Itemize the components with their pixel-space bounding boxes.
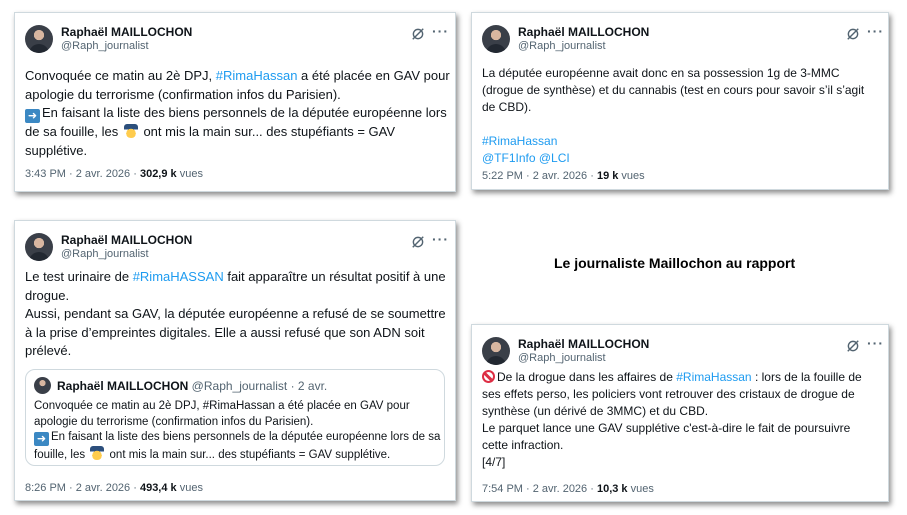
tweet-meta: 5:22 PM · 2 avr. 2026 · 19 k vues [482, 170, 645, 182]
author-name[interactable]: Raphaël MAILLOCHON [518, 337, 649, 351]
tweet-meta: 3:43 PM · 2 avr. 2026 · 302,9 k vues [25, 168, 203, 180]
timestamp[interactable]: 3:43 PM · 2 avr. 2026 · [25, 168, 140, 180]
author-name[interactable]: Raphaël MAILLOCHON [61, 25, 192, 39]
grok-icon[interactable] [411, 235, 425, 249]
author-handle[interactable]: @Raph_journalist [518, 352, 606, 364]
more-icon[interactable]: ··· [867, 335, 884, 351]
police-officer-emoji [90, 446, 105, 460]
hashtag-link[interactable]: #RimaHassan [216, 68, 298, 83]
quoted-tweet-header: Raphaël MAILLOCHON @Raph_journalist · 2 … [57, 379, 328, 393]
right-arrow-emoji: ➜ [34, 432, 49, 446]
avatar[interactable] [482, 337, 510, 365]
timestamp[interactable]: 7:54 PM · 2 avr. 2026 · [482, 483, 597, 495]
tweet-card[interactable]: Raphaël MAILLOCHON @Raph_journalist ··· … [14, 220, 456, 501]
avatar[interactable] [25, 233, 53, 261]
tweet-card[interactable]: Raphaël MAILLOCHON @Raph_journalist ··· … [471, 12, 889, 190]
avatar[interactable] [25, 25, 53, 53]
tweet-card[interactable]: Raphaël MAILLOCHON @Raph_journalist ··· … [14, 12, 456, 192]
hashtag-link[interactable]: #RimaHassan [482, 133, 864, 150]
more-icon[interactable]: ··· [432, 231, 449, 247]
police-officer-emoji [123, 124, 138, 138]
tweet-text: Le test urinaire de #RimaHASSAN fait app… [25, 269, 446, 358]
view-count: 493,4 k [139, 482, 177, 494]
right-arrow-emoji: ➜ [25, 109, 40, 123]
more-icon[interactable]: ··· [432, 23, 449, 39]
author-handle[interactable]: @Raph_journalist [61, 248, 149, 260]
author-handle[interactable]: @Raph_journalist [518, 40, 606, 52]
timestamp[interactable]: 8:26 PM · 2 avr. 2026 · [25, 482, 140, 494]
avatar [34, 377, 51, 394]
author-handle[interactable]: @Raph_journalist [61, 40, 149, 52]
caption: Le journaliste Maillochon au rapport [554, 255, 796, 271]
quoted-tweet[interactable]: Raphaël MAILLOCHON @Raph_journalist · 2 … [25, 369, 445, 466]
grok-icon[interactable] [846, 27, 860, 41]
timestamp[interactable]: 5:22 PM · 2 avr. 2026 · [482, 170, 597, 182]
view-count: 302,9 k [139, 168, 177, 180]
author-name[interactable]: Raphaël MAILLOCHON [61, 233, 192, 247]
avatar[interactable] [482, 25, 510, 53]
tweet-text: De la drogue dans les affaires de #RimaH… [482, 370, 862, 469]
mention-links[interactable]: @TF1Info @LCI [482, 150, 864, 167]
tweet-text: La députée européenne avait donc en sa p… [482, 66, 865, 167]
hashtag-link[interactable]: #RimaHassan [676, 370, 751, 384]
view-count: 19 k [596, 170, 619, 182]
tweet-text: Convoquée ce matin au 2è DPJ, #RimaHassa… [25, 68, 450, 158]
quoted-tweet-text: Convoquée ce matin au 2è DPJ, #RimaHassa… [34, 400, 441, 461]
prohibited-emoji [482, 370, 495, 383]
tweet-meta: 8:26 PM · 2 avr. 2026 · 493,4 k vues [25, 482, 203, 494]
tweet-card[interactable]: Raphaël MAILLOCHON @Raph_journalist ··· … [471, 324, 889, 502]
more-icon[interactable]: ··· [867, 23, 884, 39]
grok-icon[interactable] [411, 27, 425, 41]
grok-icon[interactable] [846, 339, 860, 353]
hashtag-link[interactable]: #RimaHASSAN [133, 269, 224, 284]
author-name[interactable]: Raphaël MAILLOCHON [518, 25, 649, 39]
view-count: 10,3 k [596, 483, 628, 495]
tweet-meta: 7:54 PM · 2 avr. 2026 · 10,3 k vues [482, 483, 654, 495]
